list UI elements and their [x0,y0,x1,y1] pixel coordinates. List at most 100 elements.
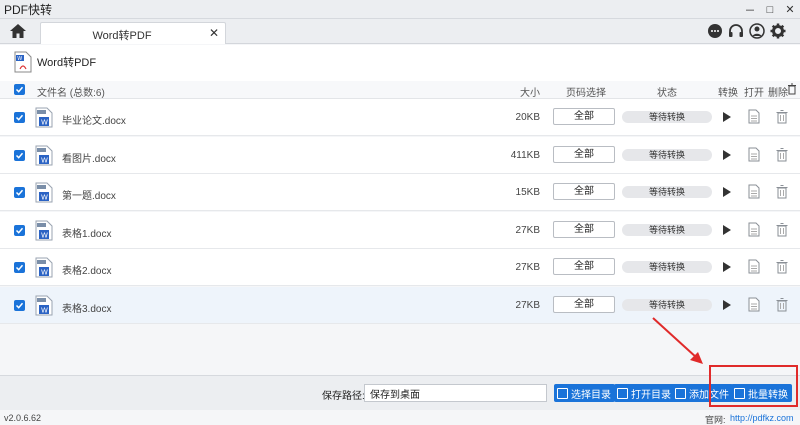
status-badge: 等待转换 [622,186,712,199]
file-size: 27KB [515,224,540,236]
page-select-dropdown[interactable]: 全部 [553,296,615,313]
page-select-dropdown[interactable]: 全部 [553,145,615,163]
docx-file-icon: W [35,257,53,281]
trash-icon[interactable] [776,222,788,240]
highlight-box [709,365,798,407]
word-to-pdf-icon: W [14,51,32,78]
table-row[interactable]: W 第一题.docx 15KB 全部 等待转换 [0,174,800,212]
trash-icon[interactable] [776,184,788,202]
file-size: 27KB [515,262,540,274]
row-checkbox[interactable] [14,112,25,123]
table-row[interactable]: W 表格3.docx 27KB 全部 等待转换 [0,287,800,324]
website-label: 官网: [705,415,726,425]
minimize-button[interactable]: － [740,0,760,19]
choose-dir-button[interactable]: 选择目录 [554,384,615,402]
delete-all-icon[interactable] [787,83,797,98]
play-icon[interactable] [722,224,732,239]
open-file-icon[interactable] [748,297,760,315]
col-convert: 转换 [718,88,738,99]
col-size: 大小 [520,88,540,99]
svg-text:W: W [41,269,48,277]
svg-text:W: W [41,231,48,239]
plus-icon [675,387,686,399]
page-select-dropdown[interactable]: 全部 [553,108,615,125]
page-select-dropdown[interactable]: 全部 [553,258,615,276]
open-file-icon[interactable] [748,259,760,277]
play-icon[interactable] [722,111,732,126]
play-icon[interactable] [722,149,732,164]
status-badge: 等待转换 [622,111,712,123]
row-checkbox[interactable] [14,262,25,274]
trash-icon[interactable] [776,147,788,165]
choose-dir-label: 选择目录 [571,389,611,401]
row-checkbox[interactable] [14,187,25,199]
svg-text:W: W [41,194,48,202]
trash-icon[interactable] [776,109,788,127]
table-row[interactable]: W 表格2.docx 27KB 全部 等待转换 [0,249,800,287]
docx-file-icon: W [35,295,53,319]
file-size: 20KB [515,112,540,123]
open-file-icon[interactable] [748,109,760,127]
tab-close-icon[interactable]: ✕ [209,26,219,40]
col-delete: 删除 [768,88,788,99]
save-path-label: 保存路径: [322,391,365,402]
docx-file-icon: W [35,182,53,206]
trash-icon[interactable] [776,297,788,315]
open-file-icon[interactable] [748,184,760,202]
open-file-icon[interactable] [748,222,760,240]
footer-toolbar: 保存路径: 选择目录 打开目录 添加文件 批量转换 [0,375,800,410]
tab-word-to-pdf[interactable]: Word转PDF ✕ [40,22,226,44]
row-checkbox[interactable] [14,224,25,236]
play-icon[interactable] [722,186,732,201]
status-badge: 等待转换 [622,261,712,274]
file-name: 第一题.docx [62,191,116,203]
chat-icon[interactable] [707,23,723,39]
svg-text:W: W [41,156,48,164]
docx-file-icon: W [35,107,53,131]
gear-icon[interactable] [770,23,786,39]
home-icon[interactable] [8,22,28,40]
file-size: 15KB [515,187,540,199]
status-badge: 等待转换 [622,299,712,311]
select-all-checkbox[interactable] [14,84,25,95]
table-header: 文件名 (总数:6) 大小 页码选择 状态 转换 打开 删除 [0,81,800,99]
open-dir-button[interactable]: 打开目录 [614,384,675,402]
trash-icon[interactable] [776,259,788,277]
col-status: 状态 [657,88,677,99]
file-size: 411KB [510,149,540,161]
file-size: 27KB [515,300,540,311]
play-icon[interactable] [722,299,732,314]
docx-file-icon: W [35,145,53,169]
page-select-dropdown[interactable]: 全部 [553,220,615,238]
row-checkbox[interactable] [14,300,25,311]
save-icon [557,387,568,399]
save-path-input[interactable] [364,384,547,402]
table-row[interactable]: W 毕业论文.docx 20KB 全部 等待转换 [0,99,800,136]
status-bar: v2.0.6.62 官网: http://pdfkz.com [0,410,800,425]
play-icon[interactable] [722,261,732,276]
docx-file-icon: W [35,220,53,244]
svg-text:W: W [41,119,48,127]
table-row[interactable]: W 看图片.docx 411KB 全部 等待转换 [0,136,800,174]
tab-label: Word转PDF [92,30,152,42]
headset-icon[interactable] [728,23,744,39]
svg-text:W: W [17,56,22,62]
title-bar: PDF快转 － □ ✕ [0,0,800,19]
version-text: v2.0.6.62 [4,413,42,423]
status-badge: 等待转换 [622,148,712,161]
close-window-button[interactable]: ✕ [780,0,800,19]
open-file-icon[interactable] [748,147,760,165]
file-name: 表格2.docx [62,266,112,278]
col-open: 打开 [744,88,764,99]
svg-text:W: W [41,307,48,315]
col-page-select: 页码选择 [566,88,606,99]
file-name: 看图片.docx [62,153,116,165]
restore-button[interactable]: □ [760,0,780,19]
website-link[interactable]: http://pdfkz.com [730,413,794,423]
folder-icon [617,387,628,399]
file-name: 表格1.docx [62,228,112,240]
page-select-dropdown[interactable]: 全部 [553,183,615,201]
row-checkbox[interactable] [14,149,25,161]
table-row[interactable]: W 表格1.docx 27KB 全部 等待转换 [0,211,800,249]
user-icon[interactable] [749,23,765,39]
